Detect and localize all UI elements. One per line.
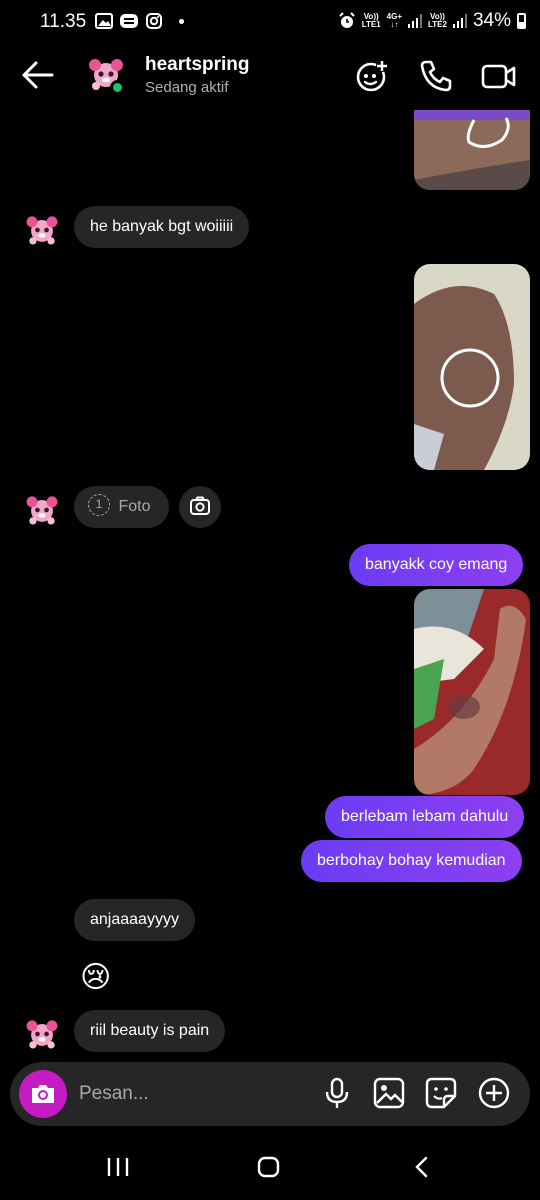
photo-message[interactable] xyxy=(414,589,530,795)
message-input[interactable]: Pesan... xyxy=(79,1083,149,1105)
incoming-message[interactable]: he banyak bgt woiiiii xyxy=(74,206,250,248)
chat-header: heartspring Sedang aktif xyxy=(0,44,540,110)
add-icon[interactable] xyxy=(477,1076,511,1110)
photo-image xyxy=(414,589,530,795)
microphone-icon[interactable] xyxy=(320,1076,354,1110)
photo-message[interactable] xyxy=(414,110,530,190)
activity-status: Sedang aktif xyxy=(145,79,229,96)
camera-button[interactable] xyxy=(19,1070,67,1118)
signal-icon-2 xyxy=(452,14,467,28)
status-bar: 11.35 Vo)) LTE1 4G+ ↓↑ Vo)) LTE2 34% xyxy=(0,0,540,44)
instagram-notification-icon xyxy=(146,13,162,29)
incoming-message[interactable]: riil beauty is pain xyxy=(74,1010,226,1052)
system-navigation-bar xyxy=(0,1140,540,1200)
online-status-dot xyxy=(110,80,125,95)
gallery-icon[interactable] xyxy=(372,1076,406,1110)
clock: 11.35 xyxy=(40,11,87,32)
gallery-notification-icon xyxy=(95,13,113,29)
app-notification-icon xyxy=(120,14,138,28)
battery-icon xyxy=(517,13,526,29)
view-once-photo-message[interactable]: 1 Foto xyxy=(74,486,169,528)
message-composer: Pesan... xyxy=(10,1062,530,1126)
video-call-icon[interactable] xyxy=(481,58,517,94)
alarm-icon xyxy=(338,12,355,28)
signal-icon xyxy=(408,14,422,28)
more-notifications-dot xyxy=(179,18,184,24)
reply-camera-button[interactable] xyxy=(179,486,221,528)
phone-icon[interactable] xyxy=(418,58,454,94)
battery-level: 34% xyxy=(472,10,511,31)
sticker-icon[interactable] xyxy=(424,1076,458,1110)
sender-avatar[interactable] xyxy=(22,1014,62,1054)
outgoing-message[interactable]: berlebam lebam dahulu xyxy=(325,796,525,838)
view-once-icon: 1 xyxy=(88,494,110,517)
outgoing-message[interactable]: banyakk coy emang xyxy=(349,544,524,586)
sender-avatar[interactable] xyxy=(22,210,62,250)
view-once-label: Foto xyxy=(118,498,151,515)
contact-name[interactable]: heartspring xyxy=(145,54,250,76)
home-icon[interactable] xyxy=(257,1156,281,1178)
outgoing-message[interactable]: berbohay bohay kemudian xyxy=(301,840,522,882)
sender-avatar[interactable] xyxy=(22,490,62,530)
effects-icon[interactable] xyxy=(354,58,390,94)
camera-icon xyxy=(32,1085,54,1103)
photo-image xyxy=(414,264,530,470)
photo-message[interactable] xyxy=(414,264,530,470)
photo-image xyxy=(414,110,530,190)
sim1-indicator: Vo)) LTE1 xyxy=(361,12,381,29)
back-nav-icon[interactable] xyxy=(410,1156,434,1178)
camera-icon xyxy=(190,496,210,515)
back-arrow-icon[interactable] xyxy=(20,60,54,90)
incoming-message[interactable]: anjaaaayyyy xyxy=(74,899,195,941)
network-type: 4G+ ↓↑ xyxy=(386,12,402,29)
sim2-indicator: Vo)) LTE2 xyxy=(428,12,447,29)
emoji-message[interactable]: 😢 xyxy=(80,958,111,998)
recent-apps-icon[interactable] xyxy=(106,1156,130,1178)
